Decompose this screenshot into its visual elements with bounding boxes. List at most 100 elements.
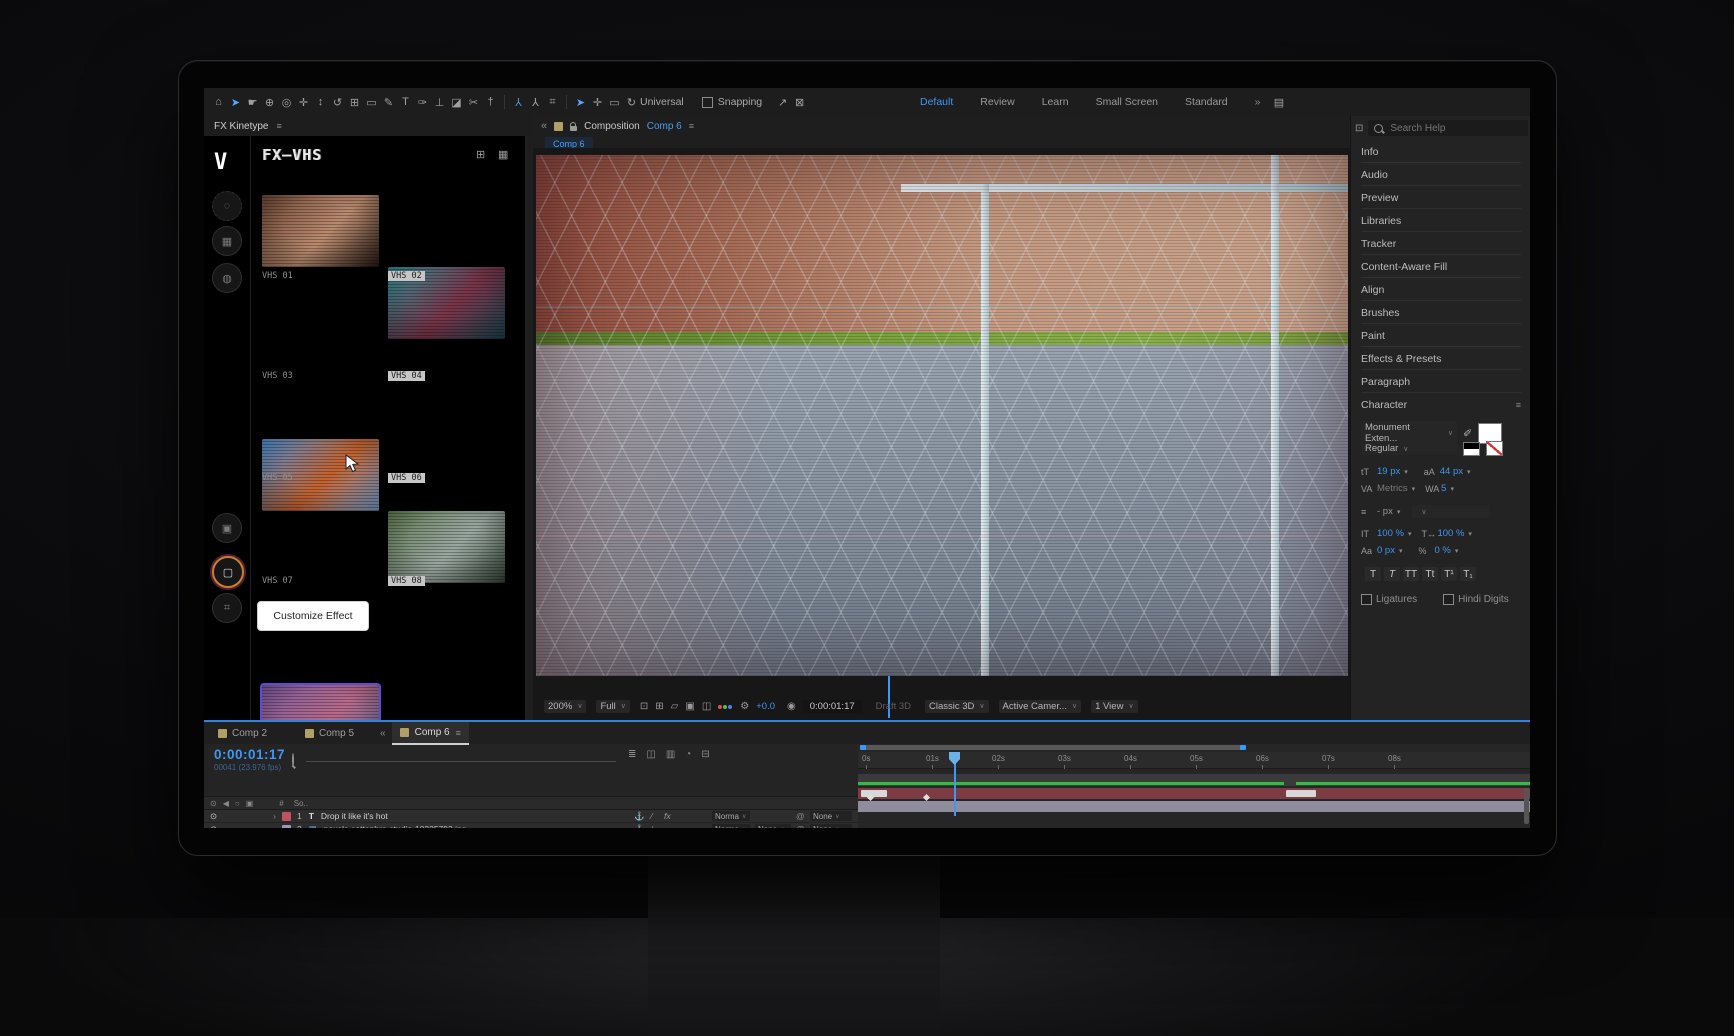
panel-effects-presets[interactable]: Effects & Presets xyxy=(1361,349,1521,370)
stroke-color-swatch[interactable] xyxy=(1486,441,1503,456)
transparency-grid-icon[interactable]: ⊞ xyxy=(655,701,663,712)
label-column-header[interactable]: # xyxy=(279,799,283,808)
superscript-button[interactable]: T¹ xyxy=(1441,567,1457,581)
timeline-search-field[interactable] xyxy=(306,761,616,762)
layer-visibility-icon[interactable]: ⊙ xyxy=(210,811,217,822)
panel-info[interactable]: Info xyxy=(1361,142,1521,163)
layer-row-1[interactable]: ⊙ › 1 T Drop it like it's hot ⚓ ∕ fx Nor… xyxy=(204,810,858,823)
trkmat-dropdown[interactable]: None xyxy=(755,824,791,828)
rulers-icon[interactable]: ◫ xyxy=(702,701,711,712)
dolly-camera-tool[interactable]: ↕ xyxy=(312,96,329,108)
camera-dropdown[interactable]: Active Camer... xyxy=(999,700,1082,713)
font-size-value[interactable]: 19 px xyxy=(1377,466,1400,477)
frame-blending-icon[interactable]: ▥ xyxy=(666,749,675,760)
shape-tool[interactable]: ▭ xyxy=(363,96,380,109)
panel-content-aware-fill[interactable]: Content-Aware Fill xyxy=(1361,257,1521,278)
universal-select-icon[interactable]: ➤ xyxy=(572,96,589,109)
eyedropper-icon[interactable]: ✐ xyxy=(1463,427,1472,440)
layer-color-chip[interactable] xyxy=(282,812,291,821)
home-tool[interactable]: ⌂ xyxy=(210,96,227,108)
render-settings-icon[interactable]: ⚙ xyxy=(740,701,749,712)
panel-preview[interactable]: Preview xyxy=(1361,188,1521,209)
workspace-learn[interactable]: Learn xyxy=(1042,96,1069,108)
composition-panel-label[interactable]: Composition xyxy=(584,121,640,132)
layer-row-2[interactable]: ⊙ › 2 ▦ pexels-cottonbro-studio-10325793… xyxy=(204,823,858,828)
composition-video[interactable] xyxy=(536,155,1348,676)
keyframe-badge[interactable] xyxy=(861,790,887,797)
parent-dropdown[interactable]: None xyxy=(810,824,852,828)
clone-stamp-tool[interactable]: ⊥ xyxy=(431,96,448,109)
vertical-scale-value[interactable]: 100 % xyxy=(1377,528,1404,539)
eraser-tool[interactable]: ◪ xyxy=(448,96,465,109)
roi-icon[interactable]: ⊡ xyxy=(640,701,648,712)
motion-blur-icon[interactable]: ◔ xyxy=(685,749,691,760)
draft-icon[interactable]: ◫ xyxy=(646,749,655,760)
tsume-value[interactable]: 0 % xyxy=(1434,545,1450,556)
panel-libraries[interactable]: Libraries xyxy=(1361,211,1521,232)
layer-expand-icon[interactable]: › xyxy=(273,824,276,828)
panel-paragraph[interactable]: Paragraph xyxy=(1361,372,1521,393)
stroke-presets-swatch[interactable] xyxy=(1463,442,1480,456)
ligatures-checkbox[interactable] xyxy=(1361,594,1372,605)
tab-menu-icon[interactable]: ≡ xyxy=(456,728,461,738)
character-menu-icon[interactable]: ≡ xyxy=(1516,400,1521,410)
viewer-timecode[interactable]: 0:00:01:17 xyxy=(803,700,862,713)
puppet-pin-tool[interactable]: † xyxy=(482,96,499,108)
universal-label[interactable]: Universal xyxy=(640,96,684,108)
panel-grid-icon[interactable]: ⊡ xyxy=(1355,123,1363,134)
timeline-tab-comp5[interactable]: Comp 5 xyxy=(297,723,362,744)
workspace-standard[interactable]: Standard xyxy=(1185,96,1228,108)
roi-tool[interactable]: ⊞ xyxy=(346,96,363,109)
workspace-overflow-chevrons[interactable]: » xyxy=(1255,96,1261,108)
blend-mode-dropdown[interactable]: Norma xyxy=(712,811,750,821)
workspace-small-screen[interactable]: Small Screen xyxy=(1096,96,1158,108)
snapping-checkbox[interactable] xyxy=(702,97,713,108)
renderer-dropdown[interactable]: Classic 3D xyxy=(925,700,989,713)
kerning-value[interactable]: Metrics xyxy=(1377,483,1408,494)
graph-editor-icon[interactable]: ⊟ xyxy=(701,749,709,760)
layer1-duration-bar[interactable] xyxy=(858,788,1530,799)
fx-panel-tab[interactable]: FX Kinetype xyxy=(214,121,268,132)
snap-along-icon[interactable]: ↗ xyxy=(774,96,791,109)
timeline-tab-comp6-active[interactable]: Comp 6 ≡ xyxy=(392,722,469,745)
orbit-camera-tool[interactable]: ◎ xyxy=(278,96,295,109)
hindi-digits-checkbox[interactable] xyxy=(1443,594,1454,605)
universal-box-icon[interactable]: ▭ xyxy=(606,96,623,109)
guides-icon[interactable]: ▣ xyxy=(685,701,694,712)
selection-tool[interactable]: ➤ xyxy=(227,96,244,109)
timeline-search-icon[interactable] xyxy=(292,753,294,767)
scrollbar-handle-left[interactable] xyxy=(860,745,866,750)
brush-tool[interactable]: ✑ xyxy=(414,96,431,109)
panel-brushes[interactable]: Brushes xyxy=(1361,303,1521,324)
panel-paint[interactable]: Paint xyxy=(1361,326,1521,347)
zoom-tool[interactable]: ⊕ xyxy=(261,96,278,109)
lock-icon[interactable] xyxy=(570,126,577,131)
viewer-resolution-dropdown[interactable]: Full xyxy=(596,700,629,713)
keyframe-badge[interactable] xyxy=(1286,790,1316,797)
timeline-tab-comp2[interactable]: Comp 2 xyxy=(210,723,275,744)
composition-mini-flowchart-icon[interactable]: ≣ xyxy=(628,749,636,760)
layer-switch-quality[interactable]: ∕ xyxy=(651,824,652,828)
panel-tracker[interactable]: Tracker xyxy=(1361,234,1521,255)
faux-bold-button[interactable]: T xyxy=(1365,567,1381,581)
help-search-input[interactable] xyxy=(1388,122,1502,135)
stroke-style-dropdown[interactable] xyxy=(1412,505,1490,518)
snapshot-icon[interactable]: ◉ xyxy=(787,701,796,712)
tab-scroll-left-icon[interactable]: « xyxy=(380,728,386,739)
preset-thumb-vhs-04[interactable] xyxy=(388,511,505,583)
layer-switch-anchor[interactable]: ⚓ xyxy=(634,811,645,822)
panel-align[interactable]: Align xyxy=(1361,280,1521,301)
layer-switch-anchor[interactable]: ⚓ xyxy=(634,824,645,829)
workspace-default[interactable]: Default xyxy=(920,96,953,108)
layer-name[interactable]: pexels-cottonbro-studio-10325793.jpg xyxy=(324,824,467,828)
character-tool-1[interactable]: ⅄ xyxy=(510,96,527,109)
type-tool[interactable]: T xyxy=(397,96,414,108)
help-searchbox[interactable] xyxy=(1368,120,1528,136)
character-tool-3[interactable]: ⌗ xyxy=(544,96,561,109)
current-timecode[interactable]: 0:00:01:17 xyxy=(214,747,285,762)
timeline-horizontal-scrollbar[interactable] xyxy=(860,745,1246,750)
composition-menu-icon[interactable]: ≡ xyxy=(689,121,694,131)
all-caps-button[interactable]: TT xyxy=(1403,567,1419,581)
layer-color-chip[interactable] xyxy=(282,825,291,829)
layer2-duration-bar[interactable] xyxy=(858,801,1530,812)
